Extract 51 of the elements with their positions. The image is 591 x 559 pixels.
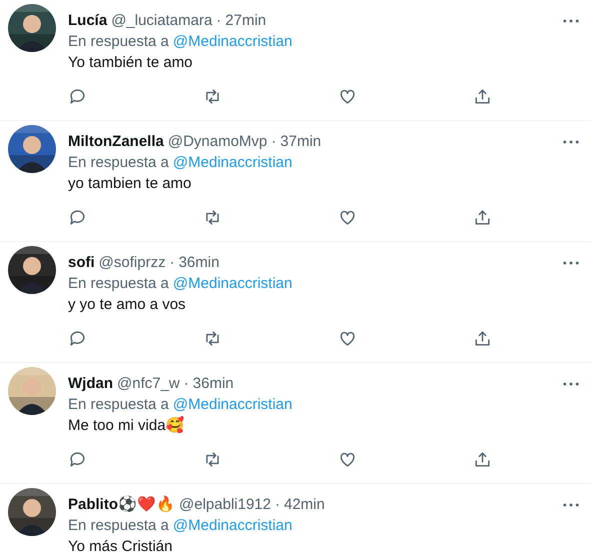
like-icon[interactable]	[338, 329, 357, 348]
share-icon[interactable]	[473, 329, 492, 348]
user-name[interactable]: MiltonZanella	[68, 132, 164, 151]
timestamp[interactable]: 36min	[192, 374, 234, 393]
more-icon[interactable]	[563, 140, 579, 144]
user-handle[interactable]: @DynamoMvp	[168, 132, 268, 151]
reply-text: Yo también te amo	[68, 53, 194, 73]
like-icon[interactable]	[338, 87, 357, 106]
user-name[interactable]: Wjdan	[68, 374, 113, 393]
timestamp[interactable]: 42min	[284, 495, 325, 514]
like-icon[interactable]	[338, 208, 357, 227]
user-handle[interactable]: @nfc7_w	[117, 374, 180, 393]
user-handle[interactable]: @_luciatamara	[111, 11, 212, 30]
share-icon[interactable]	[473, 208, 492, 227]
retweet-icon[interactable]	[203, 87, 222, 106]
retweet-icon[interactable]	[203, 450, 222, 469]
dot-separator: ·	[216, 11, 222, 30]
user-name[interactable]: sofi	[68, 253, 95, 272]
reply-icon[interactable]	[68, 208, 87, 227]
timestamp[interactable]: 36min	[178, 253, 220, 272]
reply-context: En respuesta a	[68, 274, 169, 294]
reply-text: y yo te amo a vos	[68, 295, 187, 315]
dot-separator: ·	[170, 253, 175, 272]
more-icon[interactable]	[563, 18, 579, 22]
reply-text: Yo más Cristián	[68, 537, 174, 557]
user-name[interactable]: Pablito⚽❤🔥	[68, 495, 176, 514]
share-icon[interactable]	[473, 450, 492, 469]
reply-icon[interactable]	[68, 450, 87, 469]
share-icon[interactable]	[473, 87, 492, 106]
dot-separator: ·	[184, 374, 189, 393]
reply-context: En respuesta a	[68, 153, 169, 173]
reply-text: yo tambien te amo	[68, 174, 192, 194]
like-icon[interactable]	[338, 450, 357, 469]
user-handle[interactable]: @sofiprzz	[98, 253, 166, 272]
reply-context: En respuesta a	[68, 395, 169, 415]
dot-separator: ·	[271, 132, 276, 151]
timestamp[interactable]: 27min	[225, 11, 266, 30]
dot-separator: ·	[274, 495, 280, 514]
user-name[interactable]: Lucía	[68, 11, 108, 30]
retweet-icon[interactable]	[203, 329, 222, 348]
reply-text: Me too mi vida🥰	[68, 416, 186, 436]
user-handle[interactable]: @elpabli1912	[179, 495, 271, 514]
timestamp[interactable]: 37min	[280, 132, 322, 151]
more-icon[interactable]	[563, 260, 579, 264]
retweet-icon[interactable]	[203, 208, 222, 227]
more-icon[interactable]	[563, 382, 579, 386]
more-icon[interactable]	[563, 502, 579, 506]
reply-icon[interactable]	[68, 329, 87, 348]
reply-context: En respuesta a	[68, 32, 169, 52]
reply-context: En respuesta a	[68, 516, 169, 536]
reply-icon[interactable]	[68, 87, 87, 106]
